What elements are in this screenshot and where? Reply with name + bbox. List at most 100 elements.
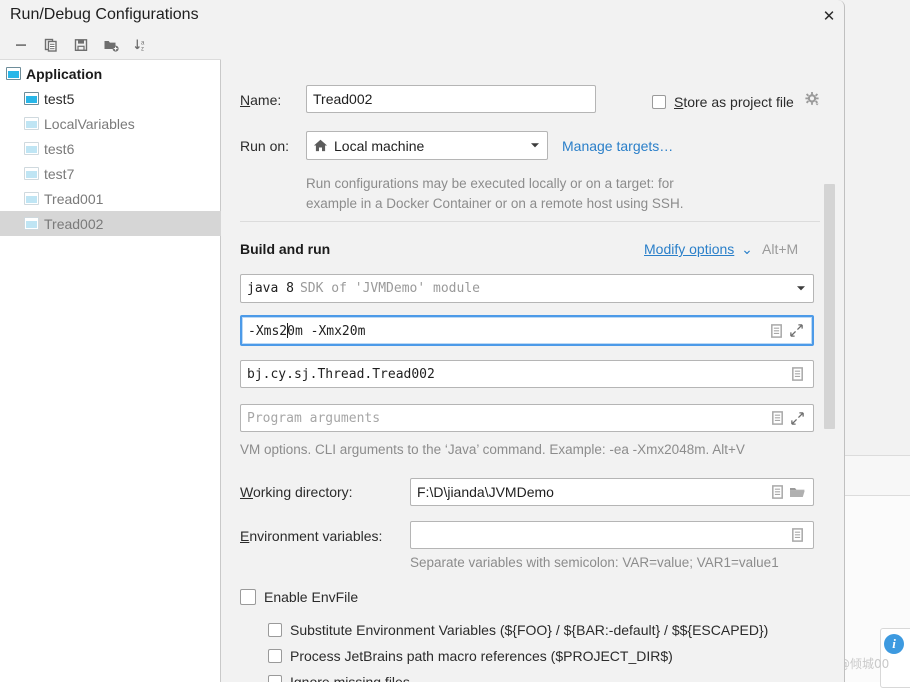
working-directory-label: Working directory:: [240, 484, 353, 500]
dialog-title: Run/Debug Configurations: [10, 6, 199, 24]
configuration-icon: [24, 142, 39, 155]
sdk-value-bold: java 8: [247, 281, 294, 296]
manage-targets-link[interactable]: Manage targets…: [562, 138, 673, 154]
tree-item-tread002[interactable]: Tread002: [0, 211, 221, 236]
configuration-icon: [24, 217, 39, 230]
tree-item-label: Tread001: [44, 191, 103, 207]
tree-root-label: Application: [26, 66, 102, 82]
copy-icon: [43, 37, 59, 53]
remove-configuration-button[interactable]: [8, 33, 34, 57]
environment-hint: Separate variables with semicolon: VAR=v…: [410, 555, 779, 570]
tree-item-tread001[interactable]: Tread001: [0, 186, 221, 211]
configurations-toolbar: a z: [0, 30, 221, 60]
section-divider: [240, 221, 820, 222]
store-as-project-file-row[interactable]: Store as project file: [652, 91, 820, 112]
chevron-down-icon: [529, 138, 541, 154]
tree-item-test5[interactable]: test5: [0, 86, 221, 111]
configurations-panel: a z Application test5 LocalVariables tes…: [0, 30, 221, 682]
copy-configuration-button[interactable]: [38, 33, 64, 57]
program-arguments-input[interactable]: Program arguments: [240, 404, 814, 432]
store-as-project-file-label: Store as project file: [674, 94, 794, 110]
application-icon: [6, 67, 21, 80]
gear-icon[interactable]: [804, 91, 820, 112]
substitute-env-vars-checkbox[interactable]: [268, 623, 282, 637]
envfile-option-label: Substitute Environment Variables (${FOO}…: [290, 622, 768, 638]
list-insert-icon[interactable]: [766, 323, 786, 339]
tree-item-test6[interactable]: test6: [0, 136, 221, 161]
modify-options-label: Modify options: [644, 241, 734, 257]
name-input-value: Tread002: [313, 91, 589, 107]
vm-options-text-after-caret: 0m -Xmx20m: [287, 324, 365, 339]
working-directory-value: F:\D\jianda\JVMDemo: [417, 484, 767, 500]
svg-text:z: z: [141, 46, 144, 52]
envfile-option-row[interactable]: Substitute Environment Variables (${FOO}…: [268, 622, 768, 638]
run-on-value: Local machine: [334, 138, 424, 154]
run-debug-configurations-dialog: Run/Debug Configurations ✕: [0, 0, 845, 682]
expand-editor-icon[interactable]: [786, 323, 806, 338]
envfile-option-label: Process JetBrains path macro references …: [290, 648, 673, 664]
vm-options-hint: VM options. CLI arguments to the ‘Java’ …: [240, 442, 745, 457]
sort-configurations-button[interactable]: a z: [128, 33, 154, 57]
run-on-hint-line1: Run configurations may be executed local…: [306, 176, 674, 191]
tree-item-label: LocalVariables: [44, 116, 135, 132]
list-insert-icon[interactable]: [787, 366, 807, 382]
name-input[interactable]: Tread002: [306, 85, 596, 113]
tree-item-label: test7: [44, 166, 74, 182]
content-scrollbar-thumb[interactable]: [824, 184, 835, 429]
tree-root-application[interactable]: Application: [0, 61, 221, 86]
list-insert-icon[interactable]: [767, 410, 787, 426]
configuration-icon: [24, 167, 39, 180]
tree-item-localvariables[interactable]: LocalVariables: [0, 111, 221, 136]
configurations-tree: Application test5 LocalVariables test6 t…: [0, 61, 221, 236]
working-directory-input[interactable]: F:\D\jianda\JVMDemo: [410, 478, 814, 506]
build-and-run-title: Build and run: [240, 241, 330, 257]
tree-item-label: test5: [44, 91, 74, 107]
configuration-icon: [24, 92, 39, 105]
run-on-dropdown[interactable]: Local machine: [306, 131, 548, 160]
environment-variables-input[interactable]: [410, 521, 814, 549]
sort-alpha-icon: a z: [133, 37, 149, 53]
browse-folder-icon[interactable]: [787, 485, 807, 500]
ignore-missing-files-checkbox[interactable]: [268, 675, 282, 682]
run-on-label: Run on:: [240, 138, 289, 154]
minus-icon: [13, 37, 29, 53]
configuration-icon: [24, 117, 39, 130]
chevron-down-icon: ⌄: [741, 241, 753, 257]
main-class-input[interactable]: bj.cy.sj.Thread.Tread002: [240, 360, 814, 388]
enable-envfile-row[interactable]: Enable EnvFile: [240, 589, 358, 605]
program-arguments-placeholder: Program arguments: [247, 411, 767, 426]
vm-options-input[interactable]: -Xms20m -Xmx20m: [240, 315, 814, 346]
envfile-option-label: Ignore missing files: [290, 674, 410, 682]
environment-variables-label: Environment variables:: [240, 528, 382, 544]
content-scrollbar-track[interactable]: [823, 181, 836, 431]
chevron-down-icon: [795, 281, 807, 297]
vm-options-text-before-caret: -Xms2: [248, 324, 287, 339]
configuration-form: Name: Tread002 Store as project file: [222, 30, 845, 682]
enable-envfile-label: Enable EnvFile: [264, 589, 358, 605]
save-icon: [73, 37, 89, 53]
save-configuration-button[interactable]: [68, 33, 94, 57]
run-on-hint-line2: example in a Docker Container or on a re…: [306, 196, 683, 211]
modify-options-link[interactable]: Modify options ⌄: [644, 241, 753, 258]
background-panel-top: [838, 0, 910, 455]
modify-options-shortcut: Alt+M: [762, 241, 798, 257]
info-icon: i: [884, 634, 904, 654]
process-path-macros-checkbox[interactable]: [268, 649, 282, 663]
jre-sdk-dropdown[interactable]: java 8 SDK of 'JVMDemo' module: [240, 274, 814, 303]
sdk-value-rest: SDK of 'JVMDemo' module: [300, 281, 480, 296]
tree-item-test7[interactable]: test7: [0, 161, 221, 186]
new-folder-button[interactable]: [98, 33, 124, 57]
configuration-icon: [24, 192, 39, 205]
close-icon[interactable]: ✕: [816, 4, 842, 30]
list-insert-icon[interactable]: [767, 484, 787, 500]
vm-options-value: -Xms20m -Xmx20m: [248, 323, 766, 339]
expand-editor-icon[interactable]: [787, 411, 807, 426]
new-folder-icon: [103, 37, 119, 53]
envfile-option-row[interactable]: Ignore missing files: [268, 674, 410, 682]
enable-envfile-checkbox[interactable]: [240, 589, 256, 605]
envfile-option-row[interactable]: Process JetBrains path macro references …: [268, 648, 673, 664]
background-panel-middle: [838, 455, 910, 495]
list-insert-icon[interactable]: [787, 527, 807, 543]
store-as-project-file-checkbox[interactable]: [652, 95, 666, 109]
main-class-value: bj.cy.sj.Thread.Tread002: [247, 367, 787, 382]
